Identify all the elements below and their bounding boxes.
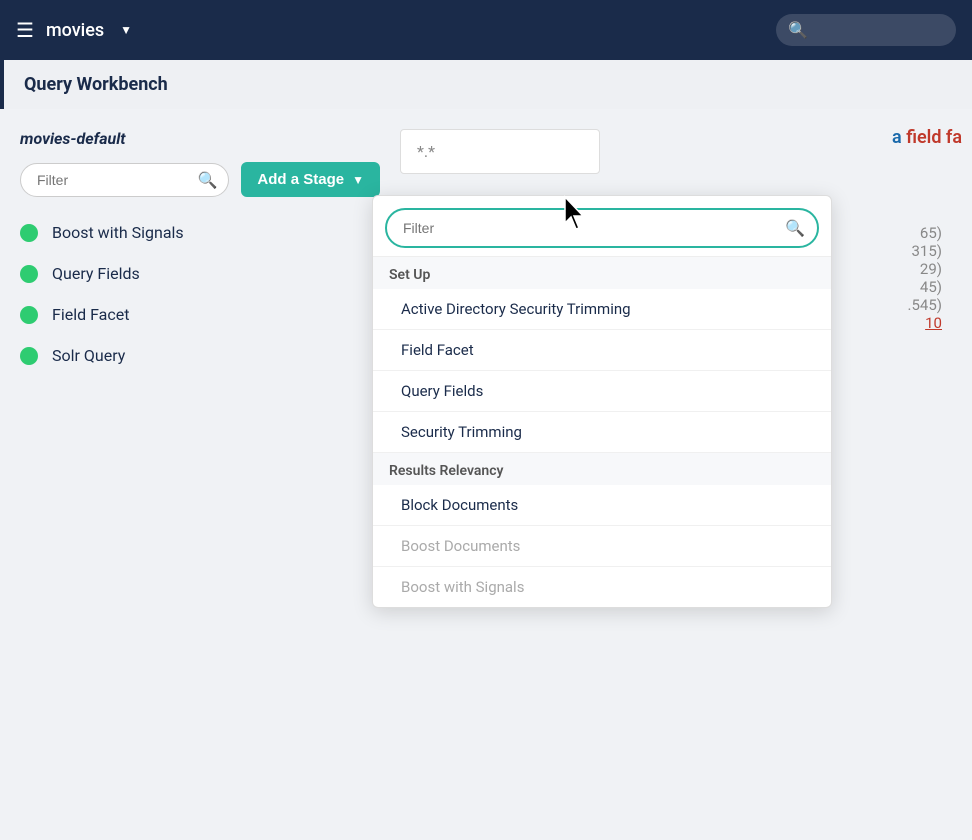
stage-status-dot (20, 347, 38, 365)
search-wrapper: 🔍 (776, 14, 956, 46)
query-input-box[interactable]: *.* (400, 129, 600, 174)
index-name: movies-default (20, 129, 380, 148)
field-fa-text: field fa (906, 127, 962, 148)
stage-label: Field Facet (52, 305, 129, 324)
filter-input-wrapper: 🔍 (20, 163, 229, 197)
dropdown-item-field-facet[interactable]: Field Facet (373, 330, 831, 371)
stage-item-field-facet[interactable]: Field Facet (20, 299, 380, 330)
section-header-setup: Set Up (373, 257, 831, 289)
filter-bar: 🔍 Add a Stage ▼ (20, 162, 380, 197)
app-dropdown-icon[interactable]: ▼ (120, 23, 132, 37)
stage-item-solr-query[interactable]: Solr Query (20, 340, 380, 371)
stage-status-dot (20, 265, 38, 283)
stage-label: Query Fields (52, 264, 140, 283)
stage-item-boost-with-signals[interactable]: Boost with Signals (20, 217, 380, 248)
add-stage-label: Add a Stage (257, 171, 344, 188)
stage-status-dot (20, 306, 38, 324)
dropdown-search-icon: 🔍 (785, 219, 805, 238)
app-name: movies (46, 20, 104, 41)
stage-list: Boost with Signals Query Fields Field Fa… (20, 217, 380, 371)
dropdown-item-query-fields[interactable]: Query Fields (373, 371, 831, 412)
page-title: Query Workbench (0, 60, 972, 109)
dropdown-filter-input[interactable] (387, 210, 817, 246)
dropdown-item-security-trimming[interactable]: Security Trimming (373, 412, 831, 453)
left-panel: movies-default 🔍 Add a Stage ▼ Boost wit… (20, 129, 380, 371)
filter-search-icon: 🔍 (198, 170, 218, 189)
dropdown-item-active-directory[interactable]: Active Directory Security Trimming (373, 289, 831, 330)
dropdown-item-boost-with-signals: Boost with Signals (373, 567, 831, 607)
search-icon: 🔍 (788, 21, 808, 40)
main-content: movies-default 🔍 Add a Stage ▼ Boost wit… (0, 109, 972, 391)
dropdown-item-block-documents[interactable]: Block Documents (373, 485, 831, 526)
topbar: ☰ movies ▼ 🔍 (0, 0, 972, 60)
add-stage-button[interactable]: Add a Stage ▼ (241, 162, 380, 197)
dropdown-filter-wrapper: 🔍 (373, 196, 831, 257)
result-link[interactable]: 10 (925, 314, 942, 332)
dropdown-item-boost-documents: Boost Documents (373, 526, 831, 567)
menu-icon[interactable]: ☰ (16, 18, 34, 42)
stage-item-query-fields[interactable]: Query Fields (20, 258, 380, 289)
stage-label: Boost with Signals (52, 223, 184, 242)
add-stage-dropdown: 🔍 Set Up Active Directory Security Trimm… (372, 195, 832, 608)
add-stage-dropdown-icon: ▼ (352, 173, 364, 187)
stage-label: Solr Query (52, 346, 125, 365)
section-header-results-relevancy: Results Relevancy (373, 453, 831, 485)
dropdown-filter-inner: 🔍 (385, 208, 819, 248)
field-fa-label: a field fa (892, 127, 962, 148)
stage-status-dot (20, 224, 38, 242)
